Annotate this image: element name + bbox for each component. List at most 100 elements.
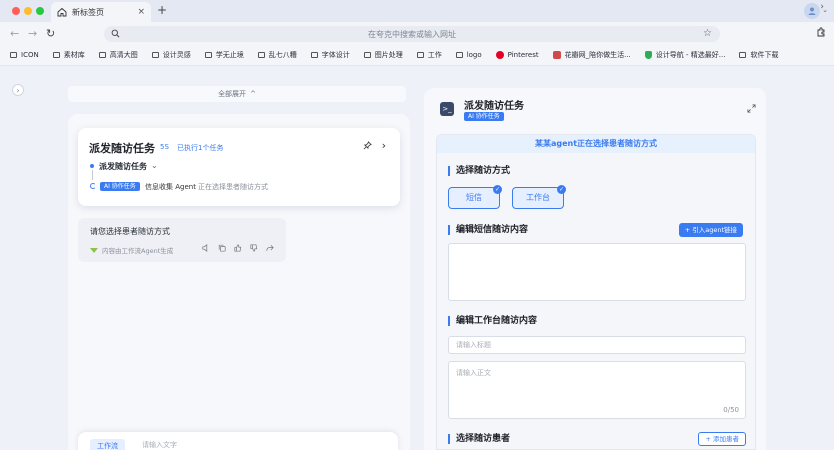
section-workbench-title: 编辑工作台随访内容	[448, 316, 537, 326]
expand-all-label: 全部展开	[218, 90, 247, 98]
bookmark-label: 图片处理	[374, 51, 403, 59]
folder-icon	[10, 52, 17, 58]
bookmark-item[interactable]: 花瓣网_陪你做生活...	[552, 50, 631, 60]
folder-icon	[151, 52, 159, 58]
back-arrow-icon[interactable]: ←	[10, 27, 19, 40]
share-icon[interactable]	[266, 244, 274, 254]
bookmark-item[interactable]: 学无止境	[204, 50, 244, 60]
bookmark-item[interactable]: 素材库	[52, 50, 85, 60]
speaker-icon[interactable]	[202, 244, 210, 254]
bookmark-item[interactable]: 软件下载	[739, 50, 778, 60]
bookmark-item[interactable]: Pinterest	[495, 51, 539, 59]
folder-icon	[363, 52, 371, 58]
agent-status: 正在选择患者随访方式	[198, 183, 268, 191]
bookmark-item[interactable]: 乱七八糟	[257, 50, 297, 60]
sms-content-textarea[interactable]	[448, 243, 746, 301]
ai-task-badge: AI 协作任务	[464, 112, 504, 121]
tab-title: 新标签页	[72, 7, 104, 17]
pin-icon[interactable]	[363, 141, 372, 152]
bookmark-item[interactable]: 设计灵感	[151, 50, 191, 60]
section-method-title: 选择随访方式	[448, 166, 510, 176]
minimize-window-button[interactable]	[24, 7, 32, 15]
message-actions	[202, 244, 274, 254]
folder-icon	[98, 52, 106, 58]
terminal-icon: >_	[440, 102, 454, 116]
pinterest-icon	[495, 51, 504, 59]
copy-icon[interactable]	[218, 244, 226, 254]
message-footer: 内容由工作流Agent生成	[90, 245, 173, 255]
title-field[interactable]	[448, 336, 746, 354]
workflow-tag[interactable]: 工作流	[90, 439, 125, 450]
tab-close-icon[interactable]: ×	[137, 7, 145, 17]
bookmark-item[interactable]: 字体设计	[310, 50, 350, 60]
option-workbench[interactable]: 工作台 ✓	[512, 185, 566, 209]
message-text: 请您选择患者随访方式	[90, 227, 170, 236]
agent-name: 信息收集 Agent	[145, 183, 196, 191]
section-patients-title: 选择随访患者	[448, 434, 510, 444]
close-window-button[interactable]	[12, 7, 20, 15]
chat-input[interactable]	[142, 441, 342, 449]
expand-icon[interactable]	[747, 104, 756, 116]
follow-up-form: 某某agent正在选择患者随访方式 选择随访方式 短信 ✓ 工作台 ✓ 编辑短信…	[436, 134, 756, 450]
body-field[interactable]: 0/50	[448, 361, 746, 419]
thumbs-up-icon[interactable]	[234, 244, 242, 254]
maximize-window-button[interactable]	[36, 7, 44, 15]
tab-strip: 新标签页 × + ⌄	[0, 0, 834, 22]
bookmark-label: 乱七八糟	[268, 51, 297, 59]
profile-avatar[interactable]	[804, 3, 820, 19]
bookmark-item[interactable]: 工作	[416, 50, 442, 60]
chevron-down-icon[interactable]: ⌄	[151, 161, 158, 170]
task-title: 派发随访任务	[89, 142, 155, 155]
folder-icon	[455, 52, 463, 58]
bookmark-item[interactable]: 图片处理	[363, 50, 403, 60]
import-agent-link-button[interactable]: + 引入agent链接	[678, 223, 743, 237]
bookmark-label: 设计灵感	[162, 51, 191, 59]
agent-logo-icon	[90, 247, 98, 253]
thumbs-down-icon[interactable]	[250, 244, 258, 254]
bookmark-item[interactable]: 设计导航 - 精选最好...	[644, 50, 726, 60]
bookmark-item[interactable]: 高清大图	[98, 50, 138, 60]
expand-all-button[interactable]: 全部展开 ^	[68, 86, 406, 102]
timeline-line	[92, 170, 93, 180]
add-patient-button[interactable]: + 添加患者	[698, 432, 746, 446]
address-input[interactable]	[132, 29, 692, 39]
task-executed-count: 已执行1个任务	[177, 144, 224, 152]
bookmark-star-icon[interactable]: ☆	[703, 28, 712, 39]
new-tab-button[interactable]: +	[157, 3, 167, 17]
panel-title: 派发随访任务	[464, 101, 524, 112]
forward-arrow-icon[interactable]: →	[28, 27, 37, 40]
bookmark-label: 高清大图	[109, 51, 138, 59]
task-detail-panel: >_ 派发随访任务 AI 协作任务 某某agent正在选择患者随访方式 选择随访…	[424, 88, 766, 450]
bookmark-item[interactable]: ICON	[10, 51, 39, 59]
bookmark-label: 花瓣网_陪你做生活...	[564, 51, 631, 59]
task-card[interactable]: 派发随访任务 5S 已执行1个任务 › 派发随访任务 ⌄ AI 协作任务 信息收…	[78, 128, 400, 206]
chevron-right-icon[interactable]: ›	[382, 139, 386, 152]
address-bar[interactable]: ☆	[104, 26, 720, 42]
ai-task-badge: AI 协作任务	[100, 182, 140, 191]
body-textarea[interactable]	[456, 368, 736, 398]
bookmark-label: 设计导航 - 精选最好...	[655, 51, 726, 59]
check-icon: ✓	[557, 185, 566, 194]
huaban-icon	[552, 51, 561, 59]
app-page: › 全部展开 ^ 派发随访任务 5S 已执行1个任务 › 派发随访任务 ⌄ AI…	[0, 66, 834, 450]
bookmark-label: ICON	[21, 51, 39, 59]
bookmark-label: 工作	[427, 51, 442, 59]
home-icon	[57, 7, 67, 17]
option-sms[interactable]: 短信 ✓	[448, 185, 502, 209]
bookmark-item[interactable]: logo	[455, 51, 482, 59]
bookmarks-more-icon[interactable]: ›	[820, 2, 824, 12]
title-input[interactable]	[456, 341, 736, 349]
chevron-up-icon: ^	[250, 90, 256, 98]
folder-icon	[739, 52, 747, 58]
bookmark-label: 字体设计	[321, 51, 350, 59]
extensions-icon[interactable]	[816, 27, 826, 40]
bookmarks-bar: ICON 素材库 高清大图 设计灵感 学无止境 乱七八糟 字体设计 图片处理 工作 logo Pin…	[0, 46, 834, 64]
bookmark-label: 素材库	[63, 51, 85, 59]
folder-icon	[416, 52, 424, 58]
reload-icon[interactable]: ↻	[46, 27, 55, 40]
option-sms-label: 短信	[466, 193, 482, 202]
chevron-right-icon[interactable]: ›	[12, 84, 24, 96]
folder-icon	[257, 52, 265, 58]
browser-tab[interactable]: 新标签页 ×	[51, 2, 151, 22]
bookmark-label: 软件下载	[750, 51, 779, 59]
